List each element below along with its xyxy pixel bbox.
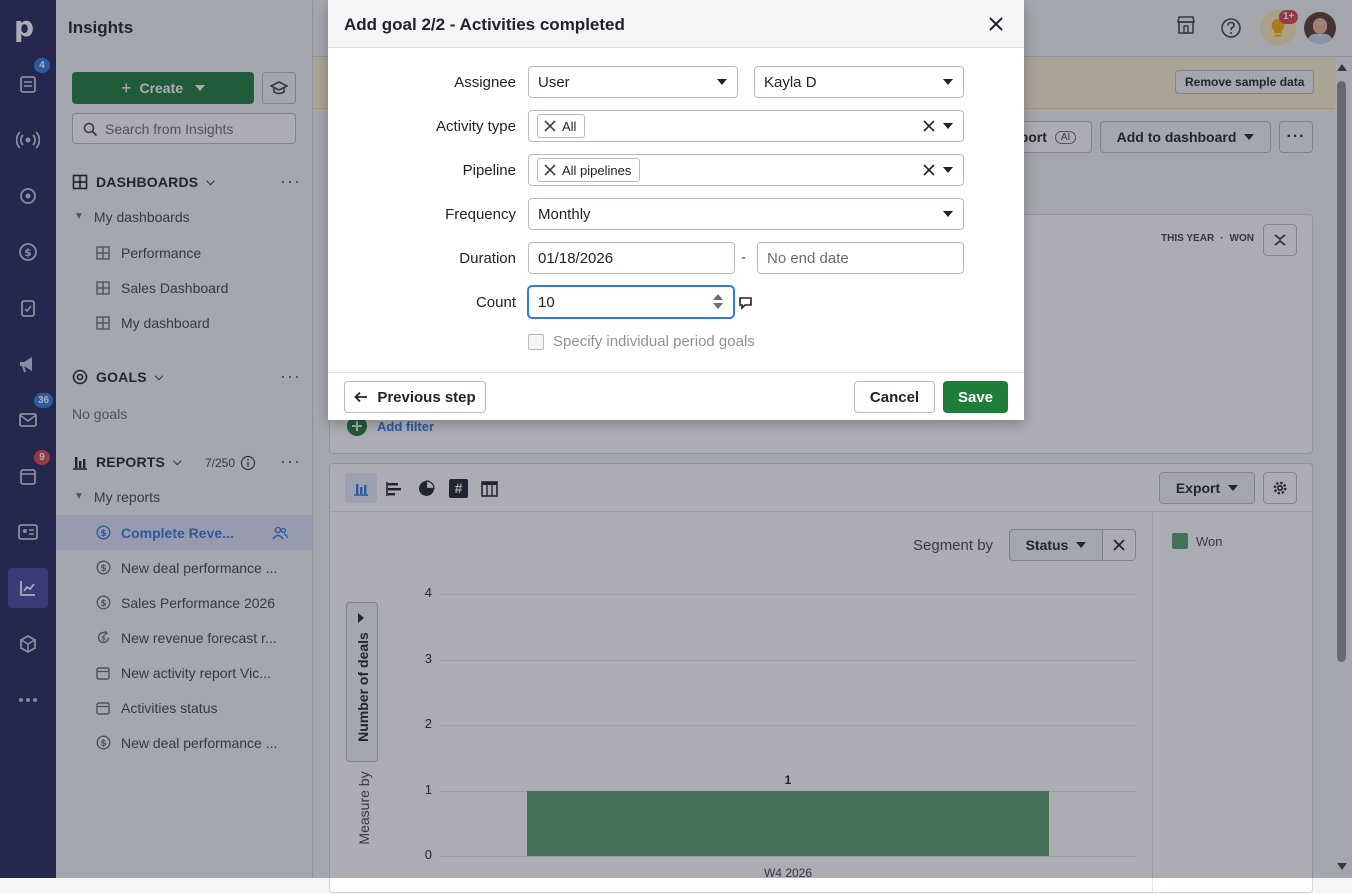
assignee-type-select[interactable]: User	[528, 66, 738, 98]
count-input[interactable]: 10	[528, 286, 734, 318]
pipeline-select[interactable]: All pipelines	[528, 154, 964, 186]
assignee-label: Assignee	[454, 74, 516, 91]
add-goal-modal: Add goal 2/2 - Activities completed Assi…	[328, 0, 1024, 420]
chevron-down-icon	[943, 123, 953, 129]
duration-start-input[interactable]: 01/18/2026	[528, 242, 735, 274]
assignee-type-value: User	[538, 73, 570, 91]
duration-label: Duration	[459, 250, 516, 267]
activity-type-label: Activity type	[435, 118, 516, 135]
frequency-value: Monthly	[538, 205, 591, 223]
assignee-user-value: Kayla D	[764, 73, 817, 91]
remove-chip-icon[interactable]	[544, 120, 556, 132]
duration-end-input[interactable]: No end date	[757, 242, 964, 274]
chevron-down-icon	[943, 167, 953, 173]
pipeline-chip-label: All pipelines	[562, 162, 632, 178]
duration-separator: -	[741, 249, 746, 266]
assignee-user-select[interactable]: Kayla D	[754, 66, 964, 98]
decrement-icon[interactable]	[713, 303, 723, 309]
duration-start-value: 01/18/2026	[538, 249, 614, 267]
chevron-down-icon	[717, 79, 727, 85]
chevron-down-icon	[943, 79, 953, 85]
remove-chip-icon[interactable]	[544, 164, 556, 176]
specify-period-goals-checkbox[interactable]: Specify individual period goals	[528, 333, 755, 350]
modal-title: Add goal 2/2 - Activities completed	[344, 15, 625, 34]
duration-end-placeholder: No end date	[767, 249, 849, 267]
increment-icon[interactable]	[713, 294, 723, 300]
clear-icon[interactable]	[923, 164, 935, 176]
count-stepper[interactable]	[713, 294, 723, 309]
frequency-select[interactable]: Monthly	[528, 198, 964, 230]
save-button[interactable]: Save	[943, 381, 1008, 413]
specify-period-goals-label: Specify individual period goals	[553, 333, 755, 350]
activity-type-chip-label: All	[562, 118, 577, 134]
previous-step-button[interactable]: Previous step	[344, 381, 486, 413]
previous-step-label: Previous step	[377, 388, 476, 406]
close-modal-button[interactable]	[986, 14, 1006, 34]
modal-footer: Previous step Cancel Save	[328, 372, 1024, 420]
chevron-down-icon	[943, 211, 953, 217]
cancel-label: Cancel	[869, 388, 920, 406]
frequency-label: Frequency	[445, 206, 516, 223]
modal-header: Add goal 2/2 - Activities completed	[328, 0, 1024, 48]
pipeline-chip: All pipelines	[537, 158, 641, 182]
close-icon	[989, 17, 1003, 31]
count-hint-icon[interactable]	[738, 296, 753, 310]
cancel-button[interactable]: Cancel	[854, 381, 935, 413]
activity-type-chip: All	[537, 114, 586, 138]
pipeline-label: Pipeline	[462, 162, 516, 179]
arrow-left-icon	[354, 391, 368, 403]
activity-type-select[interactable]: All	[528, 110, 964, 142]
checkbox-box[interactable]	[528, 333, 544, 350]
count-value: 10	[538, 293, 555, 311]
count-label: Count	[475, 294, 516, 311]
save-label: Save	[957, 388, 994, 406]
clear-icon[interactable]	[923, 120, 935, 132]
